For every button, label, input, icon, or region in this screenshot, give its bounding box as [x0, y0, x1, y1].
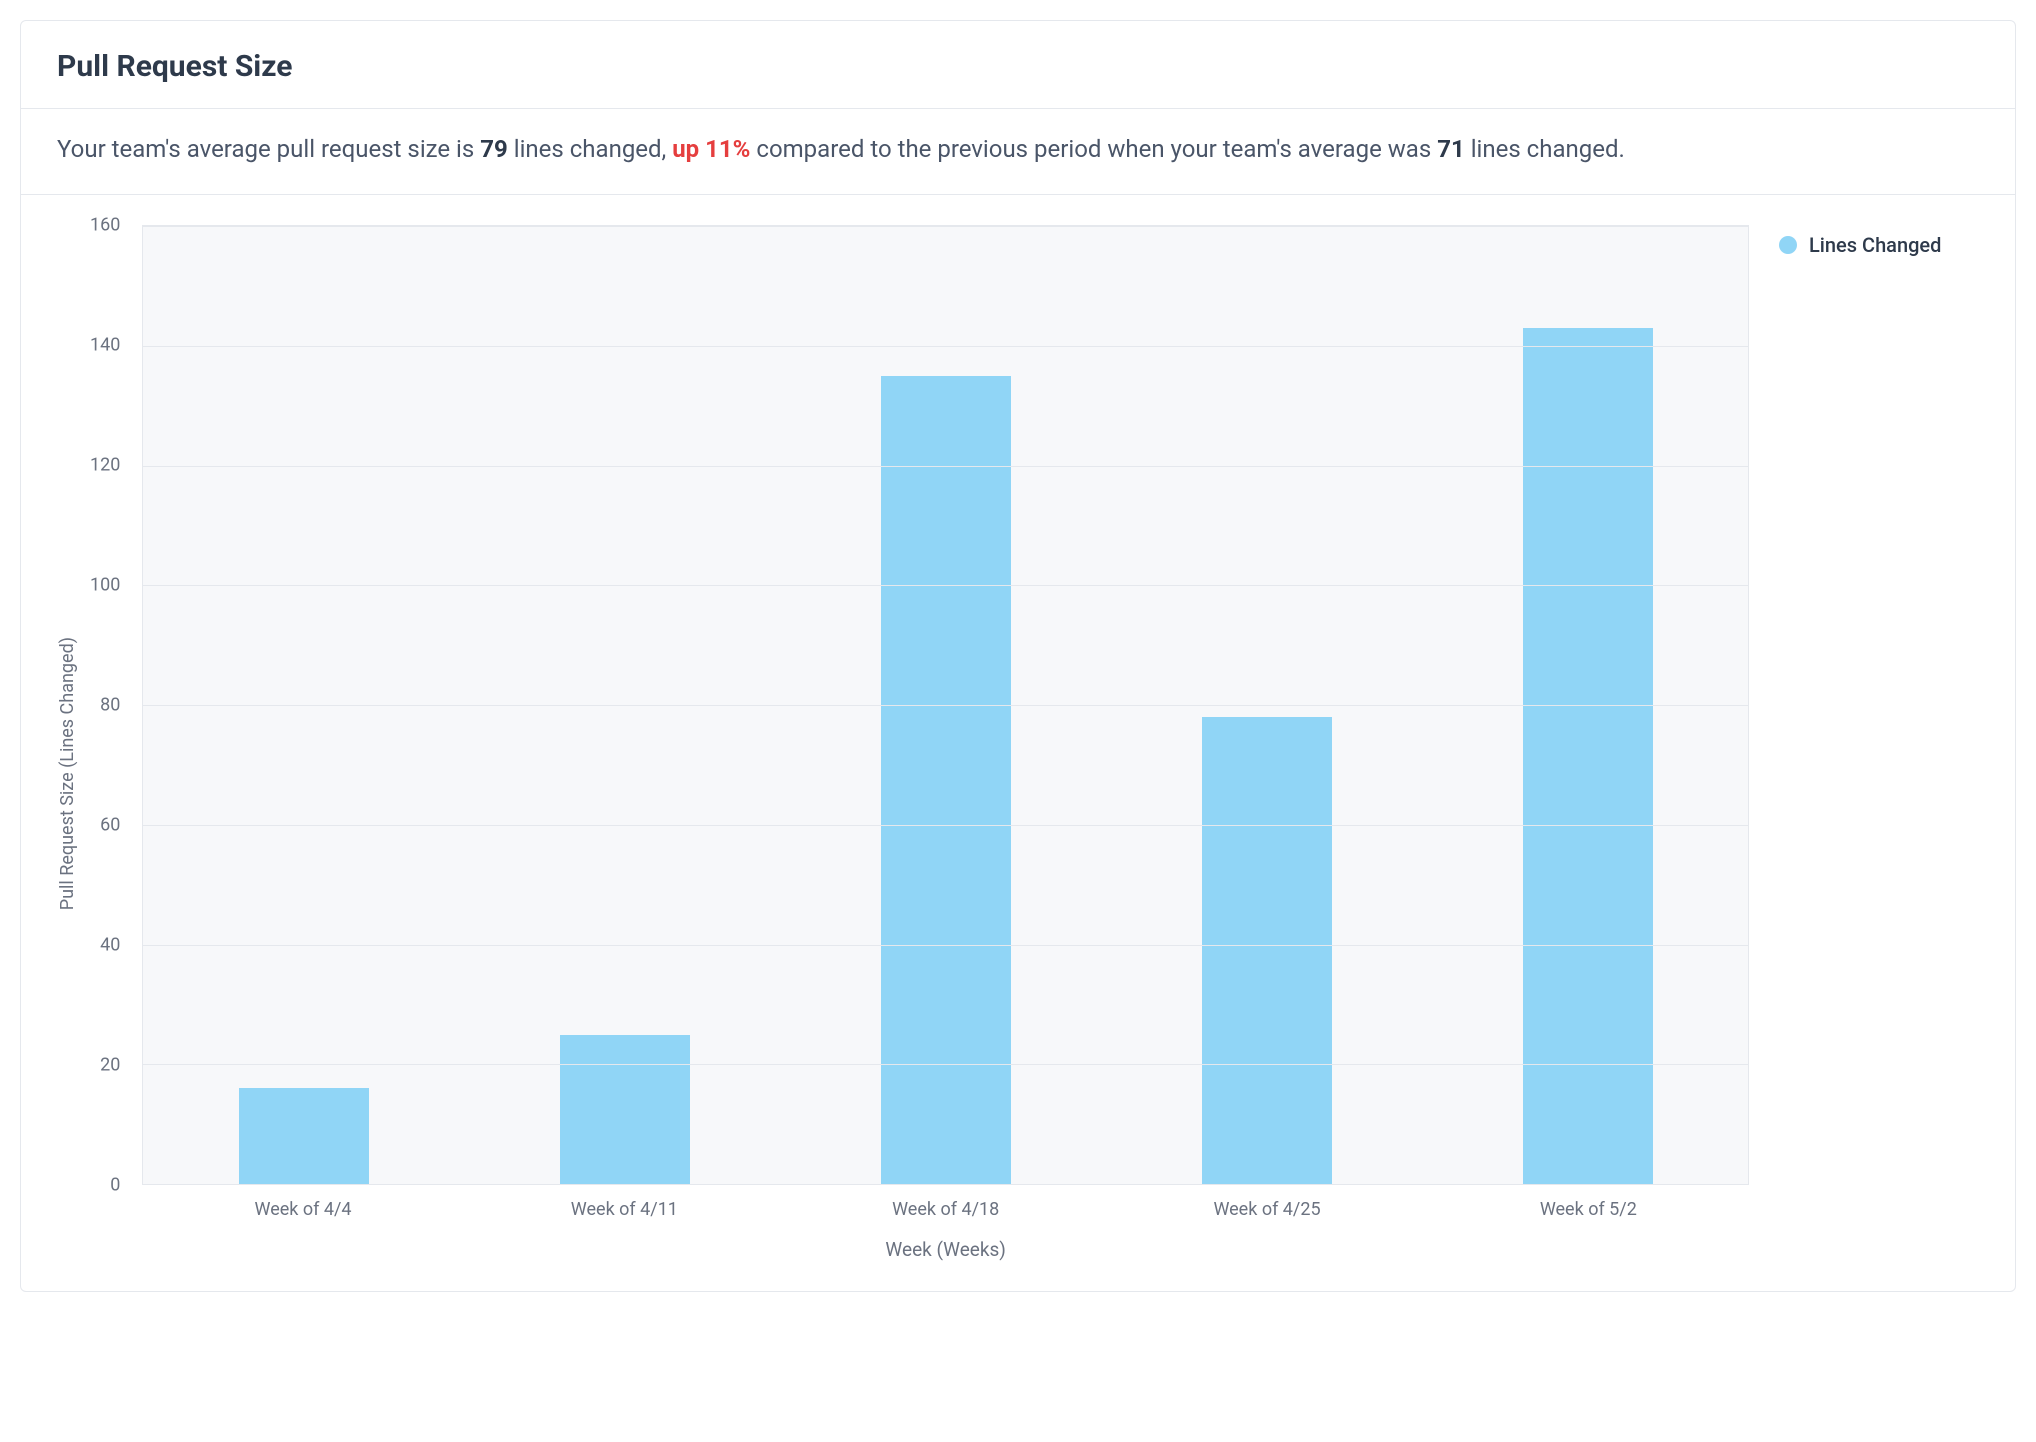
y-tick: 40	[90, 945, 120, 1065]
gridline	[143, 346, 1748, 347]
card-header: Pull Request Size	[21, 21, 2015, 109]
legend: Lines Changed	[1779, 225, 1979, 257]
y-tick-label: 40	[100, 935, 120, 956]
y-tick-label: 0	[110, 1175, 120, 1196]
summary-previous-value: 71	[1437, 135, 1465, 163]
y-tick-label: 100	[90, 575, 120, 596]
y-tick-label: 20	[100, 1055, 120, 1076]
gridline	[143, 945, 1748, 946]
bar[interactable]	[239, 1088, 369, 1184]
x-tick-label: Week of 4/11	[464, 1199, 785, 1220]
bar[interactable]	[560, 1035, 690, 1185]
x-tick-label: Week of 4/18	[785, 1199, 1106, 1220]
y-tick: 140	[90, 345, 120, 465]
y-tick-label: 80	[100, 695, 120, 716]
gridline	[143, 705, 1748, 706]
gridline	[143, 825, 1748, 826]
gridline	[143, 226, 1748, 227]
x-tick-label: Week of 4/4	[142, 1199, 463, 1220]
card-title: Pull Request Size	[57, 49, 1979, 84]
y-tick: 160	[90, 225, 120, 345]
pr-size-card: Pull Request Size Your team's average pu…	[20, 20, 2016, 1292]
y-tick-label: 140	[90, 335, 120, 356]
y-tick: 100	[90, 585, 120, 705]
chart-wrap: Pull Request Size (Lines Changed) 160140…	[57, 225, 1749, 1261]
bar[interactable]	[1202, 717, 1332, 1184]
legend-swatch	[1779, 236, 1797, 254]
y-tick: 60	[90, 825, 120, 945]
summary-delta: up 11%	[672, 135, 750, 163]
summary-mid2: compared to the previous period when you…	[750, 135, 1437, 163]
bar[interactable]	[1523, 328, 1653, 1184]
x-axis-label: Week (Weeks)	[142, 1220, 1749, 1261]
gridline	[143, 1064, 1748, 1065]
summary-mid1: lines changed,	[508, 135, 672, 163]
chart-section: Pull Request Size (Lines Changed) 160140…	[21, 195, 2015, 1291]
y-axis-ticks: 160140120100806040200	[90, 225, 130, 1185]
x-tick-label: Week of 5/2	[1428, 1199, 1749, 1220]
plot-outer: Week of 4/4Week of 4/11Week of 4/18Week …	[142, 225, 1749, 1261]
y-tick-label: 160	[90, 215, 120, 236]
y-tick-label: 120	[90, 455, 120, 476]
summary-suffix: lines changed.	[1465, 135, 1625, 163]
gridline	[143, 585, 1748, 586]
y-axis-label: Pull Request Size (Lines Changed)	[57, 577, 78, 910]
bar-plot	[142, 225, 1749, 1185]
legend-label: Lines Changed	[1809, 233, 1941, 257]
summary-current-value: 79	[480, 135, 508, 163]
bar[interactable]	[881, 376, 1011, 1184]
y-tick: 20	[90, 1065, 120, 1185]
y-tick: 120	[90, 465, 120, 585]
summary-prefix: Your team's average pull request size is	[57, 135, 480, 163]
gridline	[143, 466, 1748, 467]
y-tick: 80	[90, 705, 120, 825]
x-tick-label: Week of 4/25	[1106, 1199, 1427, 1220]
card-summary: Your team's average pull request size is…	[21, 109, 2015, 195]
y-tick-label: 60	[100, 815, 120, 836]
x-axis-ticks: Week of 4/4Week of 4/11Week of 4/18Week …	[142, 1185, 1749, 1220]
